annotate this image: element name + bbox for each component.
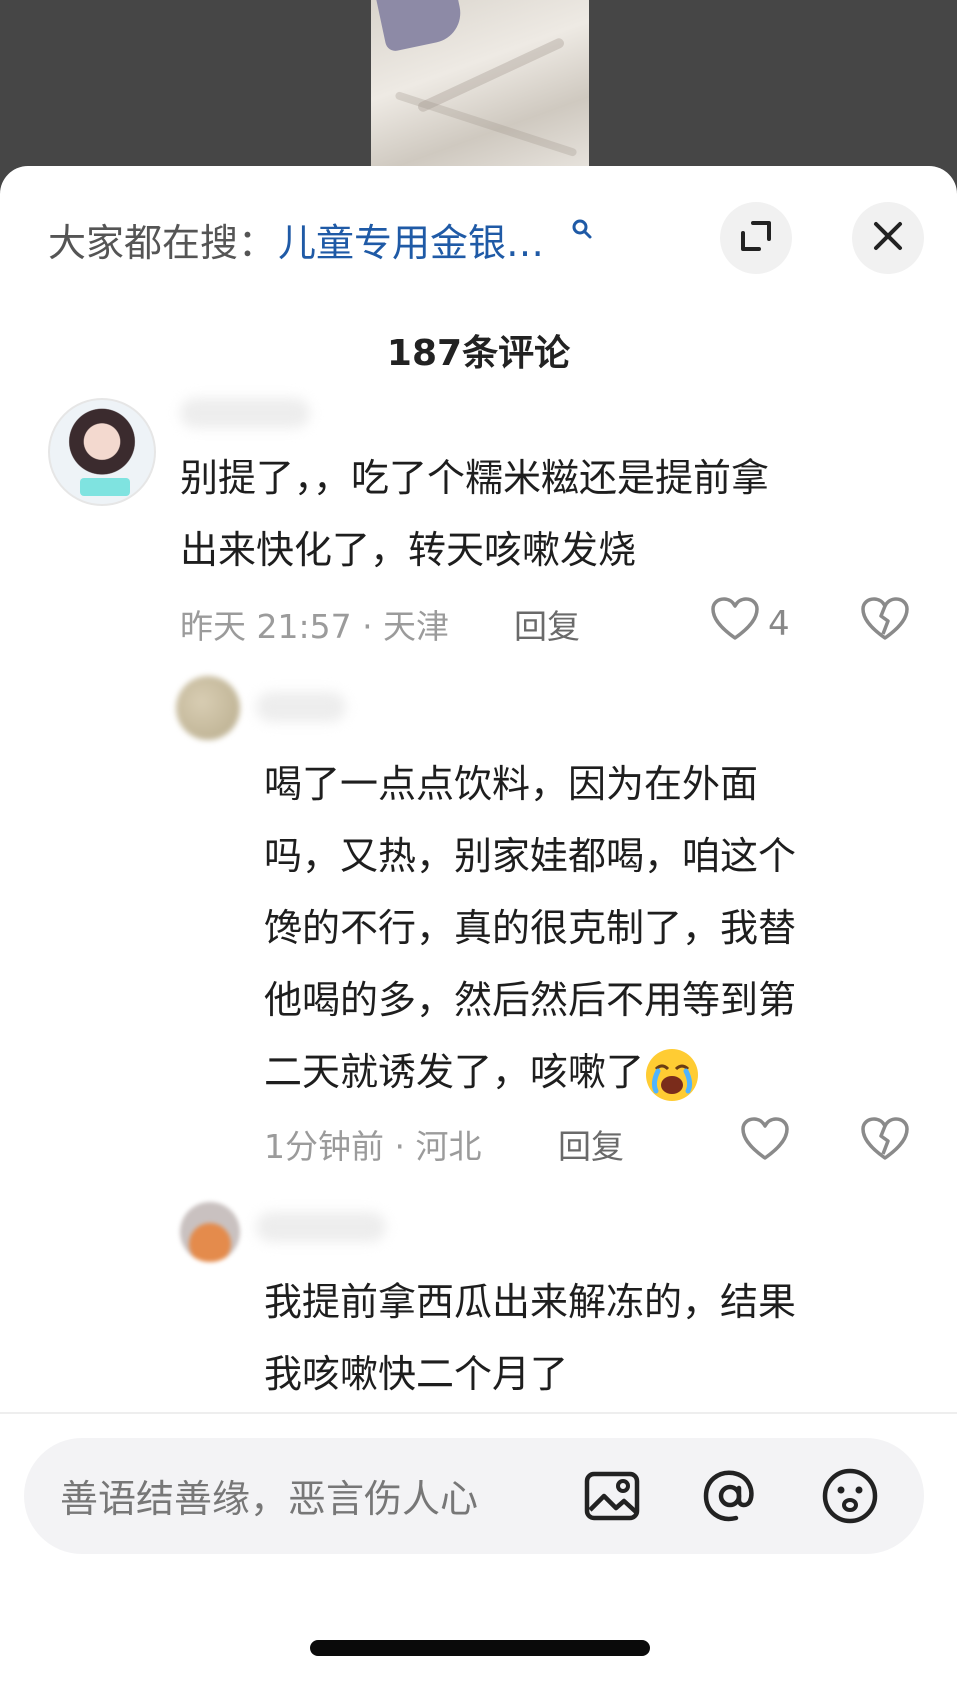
comment-meta: 昨天 21:57 · 天津 [180, 607, 450, 646]
username-blurred[interactable] [256, 692, 346, 722]
comment-text: 我提前拿西瓜出来解冻的，结果 我咳嗽快二个月了 [264, 1280, 797, 1396]
reply-button[interactable]: 回复 [558, 1120, 624, 1168]
thumbnail-detail [394, 90, 578, 158]
thumbnail-detail [416, 36, 566, 114]
dislike-button[interactable] [860, 1116, 910, 1166]
avatar[interactable] [48, 398, 156, 506]
comment-text: 喝了一点点饮料，因为在外面 吗，又热，别家娃都喝，咱这个 馋的不行，真的很克制了… [264, 748, 904, 1108]
comment-body: 喝了一点点饮料，因为在外面 吗，又热，别家娃都喝，咱这个 馋的不行，真的很克制了… [264, 762, 797, 1094]
reply-button[interactable]: 回复 [514, 600, 580, 648]
search-prefix: 大家都在搜： [48, 220, 277, 265]
comment-count: 187条评论 [386, 333, 571, 374]
comment-input[interactable]: 善语结善缘，恶言伤人心 [24, 1438, 924, 1554]
search-icon[interactable] [570, 217, 594, 248]
smiley-icon[interactable] [820, 1466, 880, 1526]
input-placeholder: 善语结善缘，恶言伤人心 [60, 1477, 479, 1521]
avatar[interactable] [180, 1202, 240, 1262]
broken-heart-icon [860, 597, 910, 646]
heart-icon [710, 596, 760, 651]
expand-icon [739, 219, 773, 257]
expand-button[interactable] [720, 202, 792, 274]
avatar[interactable] [176, 676, 240, 740]
video-thumbnail[interactable] [371, 0, 589, 172]
comment-sheet: 大家都在搜： 儿童专用金银… 187条评论 别提了，，吃了个糯米糍还是提前拿 出… [0, 166, 957, 1685]
divider [0, 1412, 957, 1414]
like-count: 4 [768, 603, 790, 644]
at-icon[interactable] [700, 1466, 760, 1526]
close-button[interactable] [852, 202, 924, 274]
home-indicator[interactable] [310, 1640, 650, 1656]
heart-icon [740, 1116, 790, 1171]
search-query[interactable]: 儿童专用金银… [278, 212, 544, 267]
avatar-badge [80, 478, 130, 496]
comment-text: 别提了，，吃了个糯米糍还是提前拿 出来快化了，转天咳嗽发烧 [180, 456, 770, 572]
close-icon [872, 220, 904, 256]
username-blurred[interactable] [256, 1212, 386, 1242]
like-button[interactable] [740, 1116, 790, 1171]
search-suggestion[interactable]: 大家都在搜： 儿童专用金银… [48, 212, 594, 267]
like-button[interactable]: 4 [710, 596, 790, 651]
username-blurred[interactable] [180, 398, 310, 428]
dislike-button[interactable] [860, 596, 910, 646]
crying-laugh-emoji [644, 1047, 700, 1103]
broken-heart-icon [860, 1117, 910, 1166]
image-icon[interactable] [582, 1466, 642, 1526]
comment-meta: 1分钟前 · 河北 [264, 1127, 482, 1166]
thumbnail-detail [376, 0, 466, 53]
